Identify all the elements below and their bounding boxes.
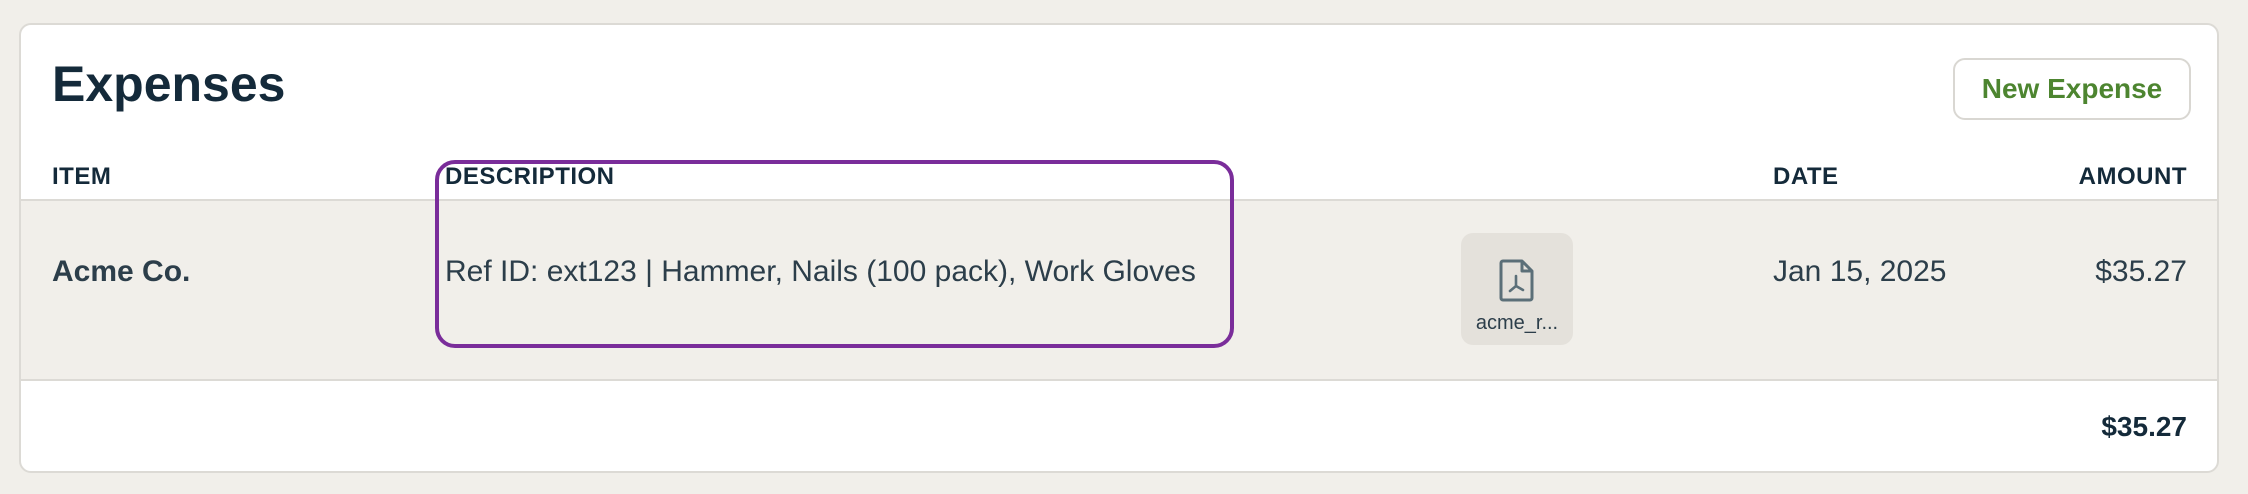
expenses-card: Expenses New Expense ITEM DESCRIPTION DA… xyxy=(19,23,2219,473)
attachment-filename: acme_r... xyxy=(1475,312,1559,334)
row-divider xyxy=(21,379,2217,381)
column-header-date: DATE xyxy=(1773,163,1839,190)
expense-item-name: Acme Co. xyxy=(52,255,191,288)
column-header-amount: AMOUNT xyxy=(2078,163,2187,190)
pdf-file-icon xyxy=(1499,259,1534,302)
expense-date: Jan 15, 2025 xyxy=(1773,255,1947,288)
column-header-item: ITEM xyxy=(52,163,112,190)
column-header-description: DESCRIPTION xyxy=(445,163,615,190)
receipt-attachment[interactable]: acme_r... xyxy=(1461,233,1573,345)
expense-amount: $35.27 xyxy=(2095,255,2187,288)
expense-description: Ref ID: ext123 | Hammer, Nails (100 pack… xyxy=(445,255,1196,288)
table-row[interactable]: Acme Co. Ref ID: ext123 | Hammer, Nails … xyxy=(21,201,2217,379)
new-expense-button[interactable]: New Expense xyxy=(1953,58,2191,120)
page-title: Expenses xyxy=(52,56,286,112)
total-amount: $35.27 xyxy=(2101,411,2187,442)
